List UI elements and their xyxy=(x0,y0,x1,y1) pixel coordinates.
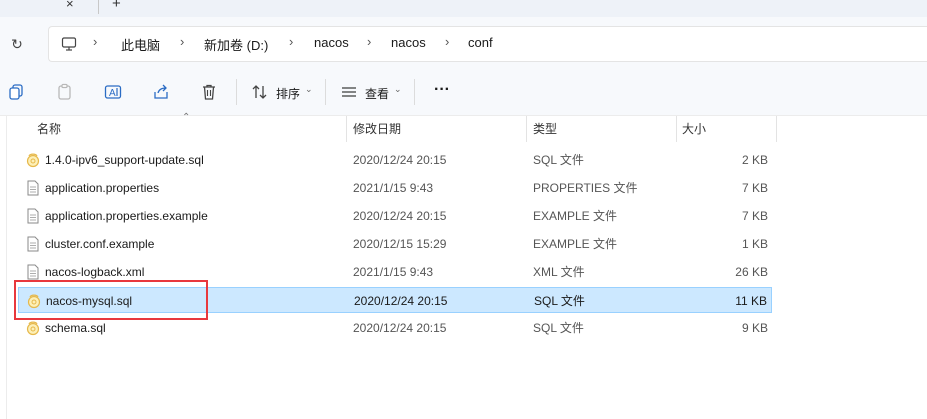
column-divider[interactable] xyxy=(346,116,347,142)
file-name: cluster.conf.example xyxy=(45,237,155,251)
column-divider[interactable] xyxy=(526,116,527,142)
document-icon xyxy=(27,264,39,280)
sql-file-icon xyxy=(26,321,40,336)
sort-button[interactable]: 排序 xyxy=(276,85,300,102)
file-row[interactable]: application.properties 2021/1/15 9:43 PROP… xyxy=(18,175,772,201)
document-icon xyxy=(27,208,39,224)
file-type: EXAMPLE 文件 xyxy=(533,237,618,251)
file-size: 11 KB xyxy=(735,294,767,308)
file-size: 2 KB xyxy=(741,153,768,167)
file-size: 9 KB xyxy=(741,321,768,335)
file-row[interactable]: application.properties.example 2020/12/24… xyxy=(18,203,772,229)
breadcrumb-item-conf[interactable]: conf xyxy=(468,35,493,50)
refresh-icon[interactable]: ↻ xyxy=(8,35,26,53)
file-name: 1.4.0-ipv6_support-update.sql xyxy=(45,153,204,167)
file-row[interactable]: cluster.conf.example 2020/12/15 15:29 EXAM… xyxy=(18,231,772,257)
file-row[interactable]: 1.4.0-ipv6_support-update.sql 2020/12/24 … xyxy=(18,147,772,173)
share-icon[interactable] xyxy=(152,83,170,101)
address-row: ↻ › 此电脑 › 新加卷 (D:) › nacos › nacos › con… xyxy=(0,17,927,69)
column-divider[interactable] xyxy=(776,116,777,142)
chevron-down-icon[interactable]: ⌄ xyxy=(305,84,313,95)
delete-icon[interactable] xyxy=(200,83,218,101)
file-type: SQL 文件 xyxy=(533,321,584,335)
file-size: 1 KB xyxy=(741,237,768,251)
file-type: XML 文件 xyxy=(533,265,585,279)
column-header-name[interactable]: 名称 xyxy=(37,116,61,142)
breadcrumb-chevron-icon[interactable]: › xyxy=(367,34,371,49)
chevron-down-icon[interactable]: ⌄ xyxy=(394,84,402,95)
annotation-highlight xyxy=(14,280,208,320)
paste-icon[interactable] xyxy=(56,83,74,101)
breadcrumb-chevron-icon[interactable]: › xyxy=(93,34,97,49)
file-modified-date: 2020/12/24 20:15 xyxy=(354,294,448,308)
file-modified-date: 2021/1/15 9:43 xyxy=(353,181,434,195)
svg-text:A: A xyxy=(109,88,116,99)
breadcrumb-chevron-icon[interactable]: › xyxy=(445,34,449,49)
command-toolbar: A 排序 ⌄ 查看 ⌄ ··· xyxy=(0,69,927,116)
tab-separator xyxy=(98,0,99,14)
breadcrumb-item-nacos[interactable]: nacos xyxy=(314,35,349,50)
file-modified-date: 2020/12/24 20:15 xyxy=(353,321,447,335)
file-modified-date: 2021/1/15 9:43 xyxy=(353,265,434,279)
file-type: PROPERTIES 文件 xyxy=(533,181,638,195)
file-modified-date: 2020/12/24 20:15 xyxy=(353,153,447,167)
file-name: application.properties.example xyxy=(45,209,208,223)
breadcrumb-chevron-icon[interactable]: › xyxy=(180,34,184,49)
sort-ascending-icon: ⌃ xyxy=(182,112,191,123)
file-modified-date: 2020/12/24 20:15 xyxy=(353,209,447,223)
column-divider[interactable] xyxy=(676,116,677,142)
file-type: SQL 文件 xyxy=(534,294,585,308)
toolbar-separator xyxy=(414,79,415,105)
breadcrumb-item-drive[interactable]: 新加卷 (D:) xyxy=(204,35,268,54)
breadcrumb-item-nacos-sub[interactable]: nacos xyxy=(391,35,426,50)
new-tab-icon[interactable]: + xyxy=(112,0,121,12)
file-name: application.properties xyxy=(45,181,160,195)
column-header-date[interactable]: 修改日期 xyxy=(353,116,401,142)
column-header-size[interactable]: 大小 xyxy=(682,116,706,142)
toolbar-separator xyxy=(236,79,237,105)
sort-icon[interactable] xyxy=(251,83,269,101)
rename-icon[interactable]: A xyxy=(104,83,122,101)
computer-icon xyxy=(61,37,77,51)
document-icon xyxy=(27,236,39,252)
file-size: 7 KB xyxy=(741,181,768,195)
column-header-type[interactable]: 类型 xyxy=(533,116,557,142)
file-size: 7 KB xyxy=(741,209,768,223)
breadcrumb-chevron-icon[interactable]: › xyxy=(289,34,293,49)
document-icon xyxy=(27,180,39,196)
close-tab-icon[interactable]: × xyxy=(66,0,74,11)
navigation-pane-edge xyxy=(6,116,7,419)
file-size: 26 KB xyxy=(735,265,768,279)
view-icon[interactable] xyxy=(340,83,358,101)
file-type: SQL 文件 xyxy=(533,153,584,167)
copy-icon[interactable] xyxy=(8,83,26,101)
address-bar[interactable]: › 此电脑 › 新加卷 (D:) › nacos › nacos › conf xyxy=(48,26,927,62)
tab-strip: × + xyxy=(0,0,927,17)
file-type: EXAMPLE 文件 xyxy=(533,209,618,223)
view-button[interactable]: 查看 xyxy=(365,85,389,102)
breadcrumb-item-this-pc[interactable]: 此电脑 xyxy=(121,35,160,54)
sql-file-icon xyxy=(26,153,40,168)
file-modified-date: 2020/12/15 15:29 xyxy=(353,237,447,251)
more-options-button[interactable]: ··· xyxy=(434,81,450,99)
toolbar-separator xyxy=(325,79,326,105)
